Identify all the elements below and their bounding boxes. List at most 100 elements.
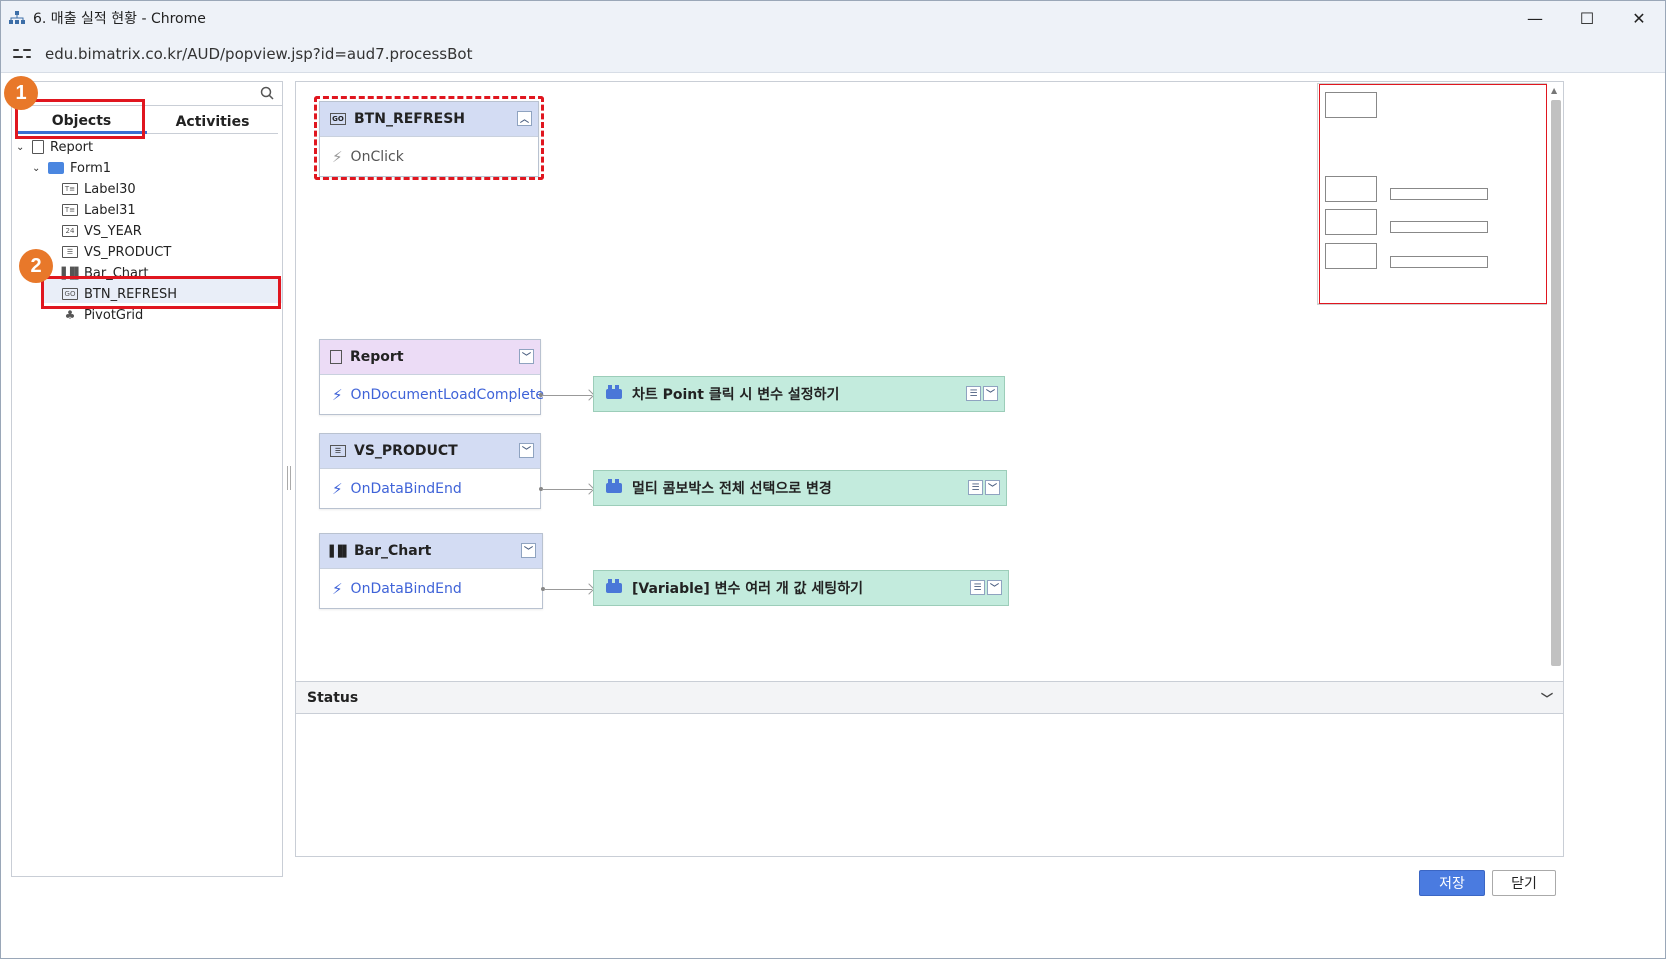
tree-item-label: Report [50, 139, 94, 155]
activity-label: 멀티 콤보박스 전체 선택으로 변경 [632, 481, 832, 497]
minimap[interactable] [1317, 83, 1547, 305]
vertical-scrollbar[interactable]: ▲ [1549, 86, 1561, 678]
title-bar: 6. 매출 실적 현황 - Chrome — ☐ ✕ [1, 1, 1665, 35]
event-label: OnDataBindEnd [350, 480, 462, 497]
activity-label: [Variable] 변수 여러 개 값 세팅하기 [632, 581, 863, 597]
object-card-vs-product[interactable]: ☰ VS_PRODUCT ﹀ ⚡ OnDataBindEnd [319, 433, 541, 509]
tree-item-form1[interactable]: ⌄ Form1 [32, 158, 111, 178]
pivot-icon: ♣ [64, 308, 76, 322]
list-icon[interactable]: ☰ [970, 580, 985, 595]
maximize-icon[interactable]: ☐ [1561, 1, 1613, 35]
save-button[interactable]: 저장 [1419, 870, 1485, 896]
list-icon[interactable]: ☰ [966, 386, 981, 401]
document-icon [330, 350, 342, 364]
block-icon [606, 479, 622, 493]
object-card-bar-chart[interactable]: ▐▐▌ Bar_Chart ﹀ ⚡ OnDataBindEnd [319, 533, 543, 609]
close-button[interactable]: 닫기 [1492, 870, 1556, 896]
minimap-node [1390, 188, 1488, 200]
minimap-node [1390, 221, 1488, 233]
activity-card[interactable]: [Variable] 변수 여러 개 값 세팅하기 ☰ ﹀ [593, 570, 1009, 606]
label-icon: T≡ [62, 183, 78, 195]
splitter-handle[interactable] [287, 466, 291, 490]
combobox-icon: ☰ [330, 445, 346, 457]
minimize-icon[interactable]: — [1509, 1, 1561, 35]
minimap-node [1325, 243, 1377, 269]
org-chart-icon [9, 10, 25, 26]
event-row[interactable]: ⚡ OnDocumentLoadComplete [320, 374, 544, 414]
minimap-node [1325, 92, 1377, 118]
minimap-node [1325, 209, 1377, 235]
activity-card[interactable]: 차트 Point 클릭 시 변수 설정하기 ☰ ﹀ [593, 376, 1005, 412]
object-card-title: Report [350, 349, 404, 365]
chevron-down-icon[interactable]: ﹀ [519, 349, 534, 364]
chevron-down-icon[interactable]: ﹀ [519, 443, 534, 458]
status-panel: Status ﹀ [295, 681, 1564, 857]
tree-item-vs-product[interactable]: ☰ VS_PRODUCT [62, 242, 171, 262]
tree-item-label: PivotGrid [84, 307, 144, 323]
object-card-title: Bar_Chart [354, 543, 432, 559]
chevron-down-icon[interactable]: ﹀ [1541, 690, 1553, 707]
tree-item-vs-year[interactable]: 24 VS_YEAR [62, 221, 142, 241]
tree-item-label: Label30 [84, 181, 136, 197]
combobox-icon: ☰ [62, 246, 78, 258]
object-card-title: VS_PRODUCT [354, 443, 458, 459]
object-panel: Objects Activities ⌄ Report ⌄ Form1 T≡ L… [11, 81, 283, 877]
tab-activities[interactable]: Activities [147, 110, 278, 134]
browser-window: 6. 매출 실적 현황 - Chrome — ☐ ✕ edu.bimatrix.… [0, 0, 1666, 959]
chevron-down-icon[interactable]: ﹀ [987, 580, 1002, 595]
highlight-btn-refresh [41, 276, 281, 309]
object-card-header: ☰ VS_PRODUCT ﹀ [320, 434, 540, 468]
label-icon: T≡ [62, 204, 78, 216]
list-icon[interactable]: ☰ [968, 480, 983, 495]
minimap-node [1390, 256, 1488, 268]
event-label: OnDocumentLoadComplete [350, 386, 545, 403]
tree-item-report[interactable]: ⌄ Report [16, 137, 93, 157]
event-row[interactable]: ⚡ OnDataBindEnd [320, 468, 540, 508]
connector-arrow [542, 489, 592, 490]
step-badge-1: 1 [4, 76, 38, 110]
folder-icon [48, 162, 64, 174]
process-canvas: GO BTN_REFRESH ︿ ⚡ OnClick Report ﹀ ⚡ On… [295, 81, 1564, 681]
block-icon [606, 385, 622, 399]
chevron-down-icon[interactable]: ⌄ [32, 163, 44, 174]
event-row[interactable]: ⚡ OnDataBindEnd [320, 568, 542, 608]
connector-arrow [544, 589, 592, 590]
tree-item-label: VS_PRODUCT [84, 244, 172, 260]
tree-item-label: Form1 [70, 160, 112, 176]
status-title: Status [307, 689, 359, 706]
object-card-header: Report ﹀ [320, 340, 540, 374]
status-header[interactable]: Status ﹀ [296, 682, 1563, 714]
activity-card[interactable]: 멀티 콤보박스 전체 선택으로 변경 ☰ ﹀ [593, 470, 1007, 506]
lightning-icon: ⚡ [332, 385, 343, 404]
block-icon [606, 579, 622, 593]
event-label: OnDataBindEnd [350, 580, 462, 597]
tree-item-label30[interactable]: T≡ Label30 [62, 179, 136, 199]
tree-item-label: VS_YEAR [84, 223, 142, 239]
close-icon[interactable]: ✕ [1613, 1, 1665, 35]
address-bar: edu.bimatrix.co.kr/AUD/popview.jsp?id=au… [1, 35, 1665, 73]
object-card-report[interactable]: Report ﹀ ⚡ OnDocumentLoadComplete [319, 339, 544, 415]
chevron-down-icon[interactable]: ﹀ [983, 386, 998, 401]
chevron-down-icon[interactable]: ﹀ [985, 480, 1000, 495]
lightning-icon: ⚡ [332, 479, 343, 498]
chevron-down-icon[interactable]: ﹀ [521, 543, 536, 558]
connector-arrow [542, 395, 592, 396]
scroll-up-icon[interactable]: ▲ [1551, 86, 1557, 95]
scrollbar-thumb[interactable] [1551, 100, 1561, 666]
lightning-icon: ⚡ [332, 579, 343, 598]
object-card-header: ▐▐▌ Bar_Chart ﹀ [320, 534, 542, 568]
step-badge-2: 2 [19, 249, 53, 283]
chevron-down-icon[interactable]: ⌄ [16, 142, 28, 153]
highlight-objects-tab [15, 99, 145, 139]
activity-label: 차트 Point 클릭 시 변수 설정하기 [632, 387, 840, 403]
minimap-node [1325, 176, 1377, 202]
tree-item-label31[interactable]: T≡ Label31 [62, 200, 136, 220]
site-settings-icon[interactable] [13, 47, 31, 61]
tree-item-label: Label31 [84, 202, 136, 218]
document-icon [32, 140, 44, 154]
calendar-icon: 24 [62, 225, 78, 237]
highlight-btn-refresh-card [314, 96, 544, 180]
bar-chart-icon: ▐▐▌ [325, 544, 351, 558]
search-icon[interactable] [260, 86, 274, 100]
url-text[interactable]: edu.bimatrix.co.kr/AUD/popview.jsp?id=au… [45, 45, 472, 63]
